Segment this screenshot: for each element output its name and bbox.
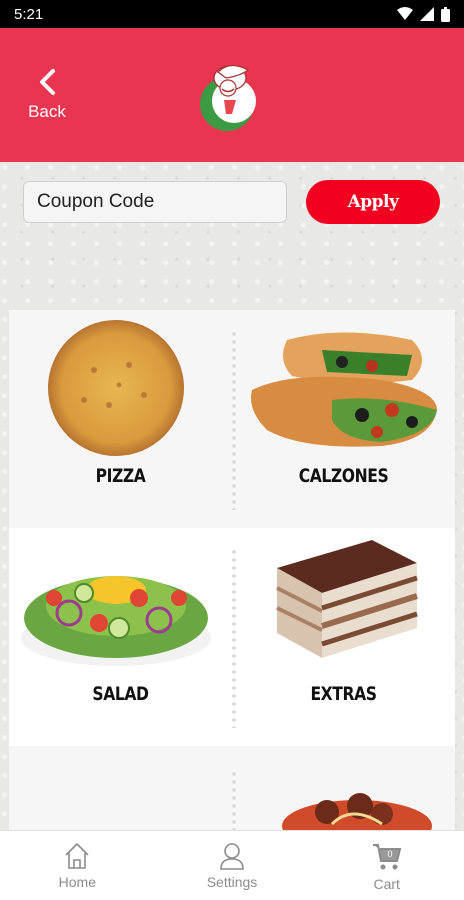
- cart-count: 0: [387, 849, 392, 859]
- category-salad[interactable]: SALAD: [9, 528, 232, 746]
- category-label: CALZONES: [298, 465, 389, 487]
- wifi-icon: [397, 7, 413, 20]
- app-header: Back: [0, 28, 464, 162]
- nav-home[interactable]: Home: [0, 831, 155, 900]
- back-label: Back: [28, 102, 66, 121]
- chef-logo-icon: [200, 64, 256, 131]
- battery-icon: [441, 6, 450, 22]
- status-bar: 5:21: [0, 0, 464, 28]
- category-pizza[interactable]: PIZZA: [9, 310, 232, 528]
- category-extras[interactable]: EXTRAS: [232, 528, 455, 746]
- category-label: EXTRAS: [310, 683, 377, 705]
- clock: 5:21: [14, 5, 44, 23]
- nav-settings-label: Settings: [206, 874, 258, 890]
- nav-home-label: Home: [58, 874, 97, 890]
- category-label: SALAD: [92, 683, 149, 705]
- cart-icon: 0: [372, 844, 401, 870]
- apply-button[interactable]: Apply: [306, 180, 440, 224]
- column-divider: [231, 548, 237, 728]
- user-icon: [220, 843, 244, 870]
- column-divider: [231, 330, 237, 510]
- bottom-navigation: Home Settings 0 Cart: [0, 830, 464, 900]
- nav-settings[interactable]: Settings: [155, 831, 310, 900]
- category-label: PIZZA: [95, 465, 146, 487]
- back-button[interactable]: Back: [22, 68, 72, 128]
- column-divider: [231, 770, 237, 830]
- nav-cart-label: Cart: [373, 876, 400, 892]
- category-item[interactable]: [9, 746, 232, 830]
- coupon-code-input[interactable]: Coupon Code: [23, 181, 287, 223]
- tiramisu-icon: [276, 540, 418, 658]
- chevron-left-icon: [40, 69, 55, 95]
- pizza-icon: [48, 320, 184, 456]
- salad-icon: [21, 576, 211, 666]
- calzone-icon: [251, 332, 437, 447]
- nav-cart[interactable]: 0 Cart: [309, 831, 464, 900]
- home-icon: [65, 843, 89, 869]
- signal-icon: [420, 7, 434, 21]
- spaghetti-icon: [282, 793, 432, 830]
- category-item[interactable]: [232, 746, 455, 830]
- category-calzones[interactable]: CALZONES: [232, 310, 455, 528]
